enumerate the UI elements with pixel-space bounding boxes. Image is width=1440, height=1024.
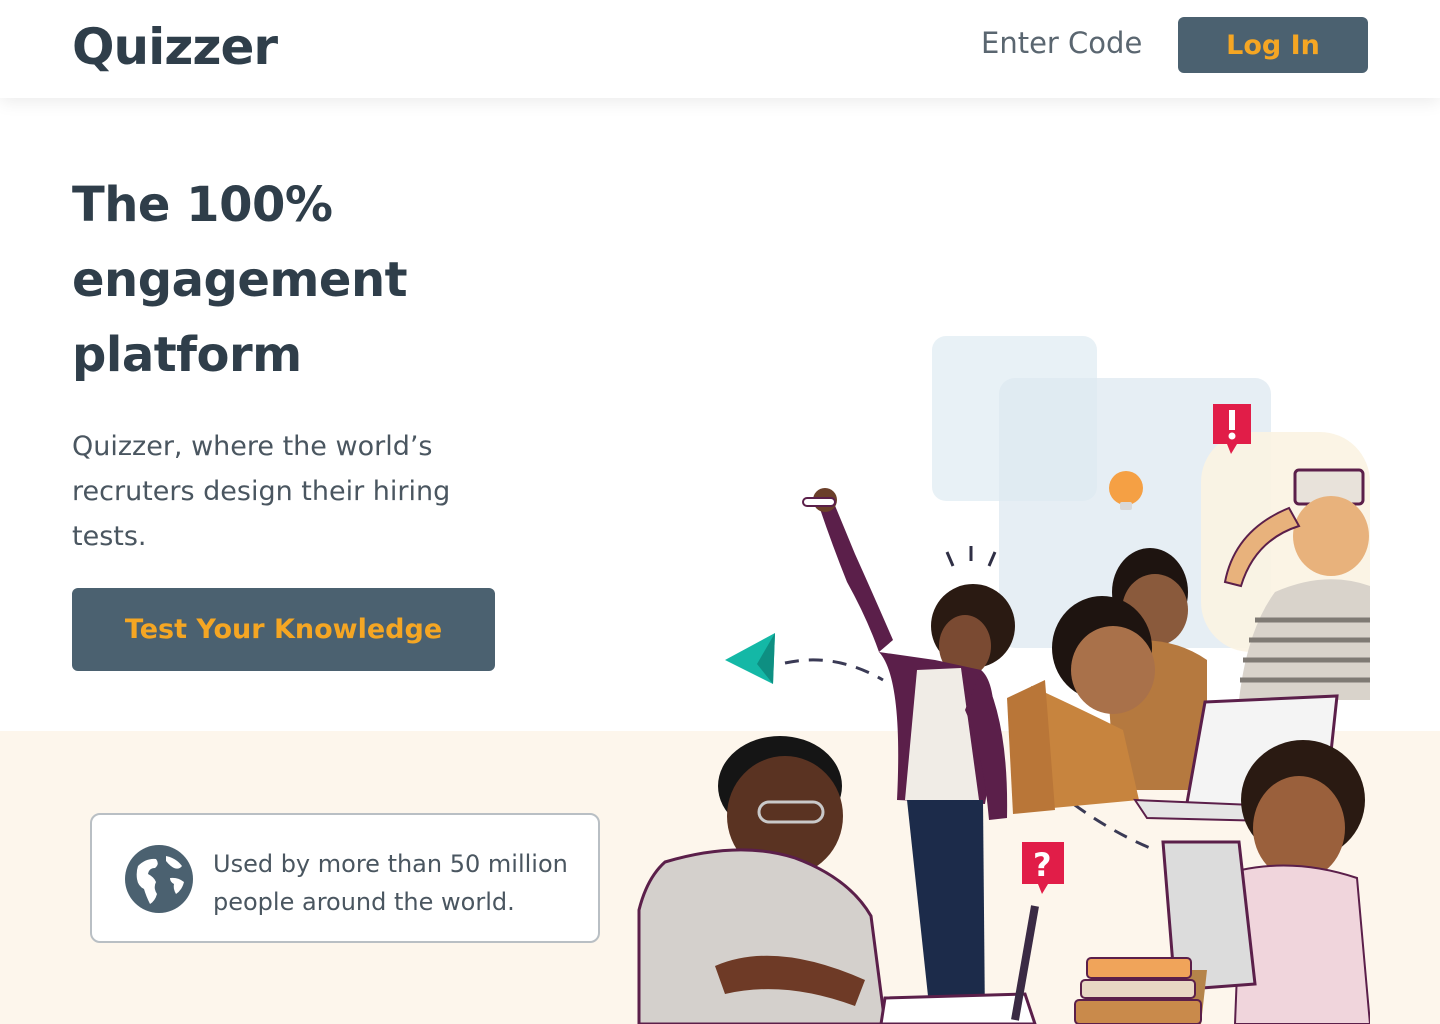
hero-illustration: ?: [635, 330, 1370, 1024]
svg-text:?: ?: [1033, 846, 1052, 884]
classroom-illustration: ?: [637, 336, 1370, 1024]
hero-title-line-1: The 100%: [72, 177, 333, 233]
log-in-button[interactable]: Log In: [1178, 17, 1368, 73]
quizzer-logo[interactable]: Quizzer: [72, 18, 278, 76]
hero-title: The 100% engagement platform: [72, 168, 592, 393]
enter-code-link[interactable]: Enter Code: [981, 26, 1142, 60]
top-navbar: Quizzer Enter Code Log In: [0, 0, 1440, 98]
hero-title-line-3: platform: [72, 327, 302, 383]
stat-text: Used by more than 50 million people arou…: [213, 850, 568, 916]
stat-card: Used by more than 50 million people arou…: [90, 813, 600, 943]
hero-subtitle: Quizzer, where the world’s recruters des…: [72, 431, 451, 552]
hero-title-line-2: engagement: [72, 252, 408, 308]
globe-icon: [125, 845, 193, 913]
test-your-knowledge-button[interactable]: Test Your Knowledge: [72, 588, 495, 671]
